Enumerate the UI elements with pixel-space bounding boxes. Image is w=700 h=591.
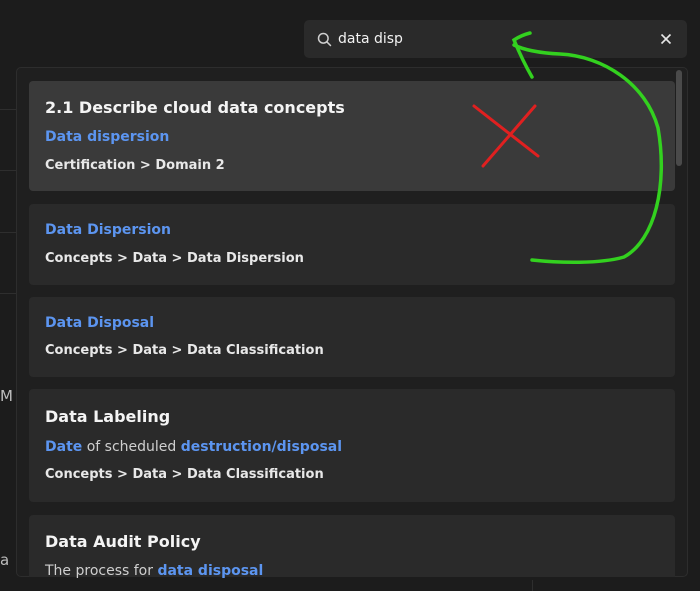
background-text: M [0, 387, 13, 405]
result-breadcrumb: Concepts > Data > Data Classification [45, 467, 324, 482]
highlight-text: data disposal [157, 563, 264, 579]
search-result-item[interactable]: 2.1 Describe cloud data concepts Data di… [29, 81, 675, 191]
background-text: a [0, 551, 10, 569]
background-divider [0, 232, 16, 233]
result-link[interactable]: Data Disposal [45, 315, 154, 331]
result-link[interactable]: Data Dispersion [45, 222, 171, 238]
search-box[interactable] [304, 20, 687, 58]
search-result-item[interactable]: Data Dispersion Concepts > Data > Data D… [29, 204, 675, 285]
background-divider [0, 170, 16, 171]
search-input[interactable] [338, 31, 657, 47]
description-text: The process for [45, 563, 158, 579]
search-result-item[interactable]: Data Disposal Concepts > Data > Data Cla… [29, 297, 675, 377]
search-result-item[interactable]: Data Labeling Date of scheduled destruct… [29, 389, 675, 502]
search-result-item[interactable]: Data Audit Policy The process for data d… [29, 515, 675, 579]
result-description: The process for data disposal [45, 563, 263, 579]
highlight-text: destruction/disposal [180, 439, 343, 455]
result-title: Data Audit Policy [45, 532, 201, 551]
result-link[interactable]: Data dispersion [45, 129, 169, 145]
background-divider [0, 109, 16, 110]
result-breadcrumb: Concepts > Data > Data Dispersion [45, 251, 304, 266]
highlight-text: Date [45, 439, 83, 455]
result-breadcrumb: Concepts > Data > Data Classification [45, 343, 324, 358]
result-title: Data Labeling [45, 407, 171, 426]
result-title: 2.1 Describe cloud data concepts [45, 98, 345, 117]
result-description: Date of scheduled destruction/disposal [45, 439, 342, 455]
close-icon[interactable] [657, 30, 675, 48]
background-divider [0, 293, 16, 294]
background-divider [532, 580, 533, 591]
result-breadcrumb: Certification > Domain 2 [45, 158, 225, 173]
scrollbar-thumb[interactable] [676, 70, 682, 166]
description-text: of scheduled [82, 439, 181, 455]
search-icon [316, 31, 332, 47]
